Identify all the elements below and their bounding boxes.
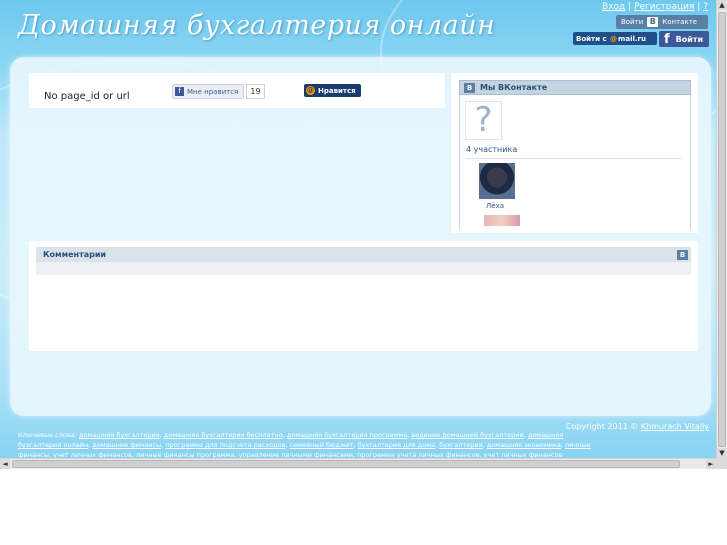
facebook-icon: f xyxy=(175,87,184,96)
keyword-link[interactable]: домашние финансы xyxy=(92,441,161,449)
keyword-link[interactable]: бухгалтерия для дома xyxy=(358,441,435,449)
scroll-left-icon[interactable]: ◄ xyxy=(0,459,10,469)
member-avatar[interactable] xyxy=(479,163,515,199)
mailru-brand: mail.ru xyxy=(618,34,646,43)
vertical-scroll-thumb[interactable] xyxy=(718,12,726,447)
vk-logo-icon: В xyxy=(464,82,475,93)
comments-title: Комментарии xyxy=(43,250,107,259)
vk-members-count[interactable]: 4 участника xyxy=(466,145,517,154)
keywords-label: Ключевые слова: xyxy=(18,431,77,439)
mailru-login-label: Войти с xyxy=(576,34,607,43)
vk-login-label: Войти xyxy=(621,18,644,26)
mailru-like-button[interactable]: @ Нравится xyxy=(304,84,361,97)
facebook-like-button[interactable]: f Мне нравится xyxy=(172,84,244,99)
vk-widget-title: Мы ВКонтакте xyxy=(480,83,548,92)
register-link[interactable]: Регистрация xyxy=(634,2,694,12)
vk-logo-icon: В xyxy=(647,17,659,27)
site-logo[interactable]: Домашняя бухгалтерия онлайн xyxy=(18,10,495,41)
keywords-list: Ключевые слова: домашняя бухгалтерия, до… xyxy=(18,431,591,459)
comments-input-area[interactable] xyxy=(36,262,691,275)
keyword-link[interactable]: ведение домашней бухгалтерии xyxy=(411,431,523,439)
help-link[interactable]: ? xyxy=(703,2,708,12)
comments-header: Комментарии В xyxy=(36,247,691,262)
facebook-login-label: Войти xyxy=(675,34,704,44)
facebook-like-label: Мне нравится xyxy=(187,87,239,96)
author-link[interactable]: Khmurach Vitaliy xyxy=(641,422,709,431)
keyword-link[interactable]: бухгалтерия xyxy=(439,441,482,449)
vk-widget-header[interactable]: В Мы ВКонтакте xyxy=(459,80,691,95)
mailru-at-icon: @ xyxy=(306,86,315,95)
vk-login-brand: Контакте xyxy=(662,18,698,26)
member-avatar[interactable] xyxy=(484,215,520,226)
keyword-link[interactable]: домашняя экономика xyxy=(487,441,561,449)
vk-group-avatar[interactable]: ? xyxy=(465,101,502,140)
keyword-link[interactable]: домашняя бухгалтерия бесплатно xyxy=(164,431,283,439)
keyword-link[interactable]: семейный бюджет xyxy=(290,441,354,449)
facebook-like-count: 19 xyxy=(246,84,265,99)
mailru-at-icon: @ xyxy=(610,34,618,43)
vk-logo-icon[interactable]: В xyxy=(677,249,688,260)
mailru-like-label: Нравится xyxy=(318,86,356,95)
facebook-login-button[interactable]: f Войти xyxy=(659,31,709,47)
login-link[interactable]: Вход xyxy=(602,2,625,12)
keyword-link[interactable]: домашняя бухгалтерия программа xyxy=(287,431,407,439)
vertical-scrollbar[interactable]: ▲ ▼ xyxy=(716,0,727,458)
horizontal-scroll-thumb[interactable] xyxy=(12,460,680,468)
link-separator: | xyxy=(628,2,632,12)
link-separator: | xyxy=(697,2,701,12)
scroll-up-icon[interactable]: ▲ xyxy=(717,0,727,10)
mailru-login-button[interactable]: Войти с @ mail.ru xyxy=(573,32,657,45)
divider xyxy=(466,158,682,159)
horizontal-scrollbar[interactable]: ◄ ► xyxy=(0,458,716,469)
scrollbar-corner xyxy=(716,458,727,469)
vk-login-button[interactable]: Войти В Контакте xyxy=(616,15,708,29)
facebook-logo-icon: f xyxy=(664,31,670,47)
top-links: Вход | Регистрация | ? xyxy=(602,2,708,12)
keyword-link[interactable]: программа для подсчета расходов xyxy=(165,441,285,449)
member-name[interactable]: Лёха xyxy=(486,202,504,210)
keyword-link[interactable]: домашняя бухгалтерия xyxy=(79,431,160,439)
scroll-right-icon[interactable]: ► xyxy=(706,459,716,469)
error-message: No page_id or url xyxy=(44,91,130,102)
scroll-down-icon[interactable]: ▼ xyxy=(717,448,727,458)
